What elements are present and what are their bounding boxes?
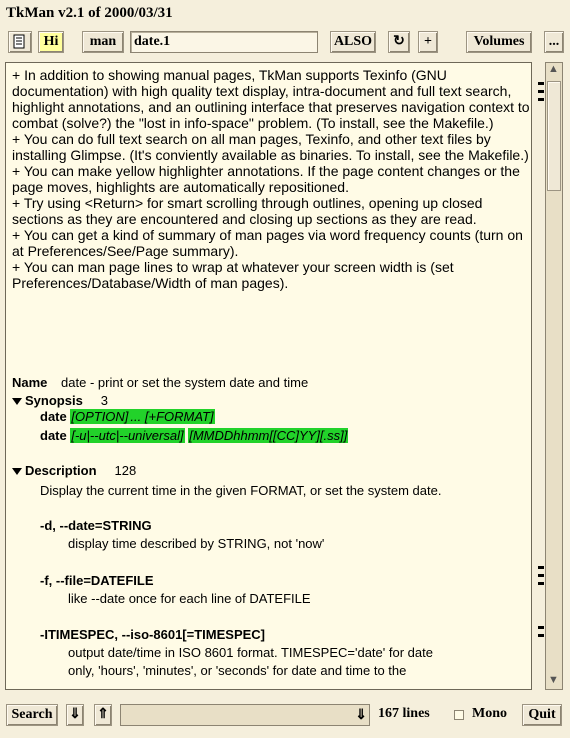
scroll-up-icon[interactable]: ▲ bbox=[548, 63, 559, 75]
option-file-desc: like --date once for each line of DATEFI… bbox=[68, 591, 311, 606]
toolbar: Hi man date.1 ALSO ↻ + Volumes ... bbox=[0, 28, 570, 58]
man-search-input[interactable]: date.1 bbox=[130, 31, 318, 53]
option-date: -d, --date=STRING bbox=[40, 518, 152, 533]
search-hit-marker bbox=[538, 566, 544, 569]
search-hit-marker bbox=[538, 574, 544, 577]
bottom-bar: Search ⇓ ⇑ ⇓ 167 lines Mono Quit bbox=[0, 700, 570, 734]
highlight-button[interactable]: Hi bbox=[38, 31, 64, 53]
search-hit-marker bbox=[538, 634, 544, 637]
synopsis-count: 3 bbox=[100, 393, 109, 408]
man-page-viewer[interactable]: + In addition to showing manual pages, T… bbox=[5, 62, 532, 690]
search-hit-marker bbox=[538, 98, 544, 101]
horizontal-scrollbar[interactable]: ⇓ bbox=[120, 704, 370, 726]
synopsis-header[interactable]: Synopsis 3 bbox=[12, 393, 108, 408]
option-iso-desc-2: only, 'hours', 'minutes', or 'seconds' f… bbox=[68, 663, 407, 678]
search-button[interactable]: Search bbox=[6, 704, 58, 726]
add-button[interactable]: + bbox=[418, 31, 438, 53]
mono-checkbox[interactable] bbox=[454, 710, 464, 720]
intro-tip-3: + You can make yellow highlighter annota… bbox=[12, 163, 520, 195]
highlight-span[interactable]: ... [+FORMAT] bbox=[129, 409, 215, 424]
more-button[interactable]: ... bbox=[544, 31, 564, 53]
search-hit-marker bbox=[538, 90, 544, 93]
scrollbar-thumb[interactable] bbox=[547, 81, 561, 191]
search-hit-marker bbox=[538, 626, 544, 629]
search-down-icon[interactable]: ⇓ bbox=[66, 704, 84, 726]
intro-tip-2: + You can do full text search on all man… bbox=[12, 131, 529, 163]
name-text: date - print or set the system date and … bbox=[61, 375, 309, 390]
man-button[interactable]: man bbox=[82, 31, 124, 53]
vertical-scrollbar[interactable]: ▲ ▼ bbox=[545, 62, 563, 690]
highlight-span[interactable]: [-u|--utc|--universal] bbox=[70, 428, 185, 443]
search-up-icon[interactable]: ⇑ bbox=[94, 704, 112, 726]
search-hit-marker bbox=[538, 82, 544, 85]
document-icon[interactable] bbox=[8, 31, 32, 53]
description-intro: Display the current time in the given FO… bbox=[40, 483, 442, 498]
also-button[interactable]: ALSO bbox=[330, 31, 376, 53]
option-iso-desc-1: output date/time in ISO 8601 format. TIM… bbox=[68, 645, 433, 660]
refresh-icon[interactable]: ↻ bbox=[388, 31, 410, 53]
synopsis-line-1: date [OPTION]... [+FORMAT] bbox=[40, 409, 215, 424]
line-count: 167 lines bbox=[378, 706, 430, 721]
intro-tip-1: + In addition to showing manual pages, T… bbox=[12, 67, 530, 131]
volumes-button[interactable]: Volumes bbox=[466, 31, 532, 53]
highlight-span[interactable]: [MMDDhhmm[[CC]YY][.ss]] bbox=[188, 428, 349, 443]
quit-button[interactable]: Quit bbox=[522, 704, 562, 726]
description-count: 128 bbox=[114, 463, 137, 478]
mono-label: Mono bbox=[472, 706, 507, 721]
name-label: Name bbox=[12, 375, 48, 390]
synopsis-line-2: date [-u|--utc|--universal] [MMDDhhmm[[C… bbox=[40, 428, 349, 443]
collapse-triangle-icon[interactable] bbox=[12, 398, 22, 406]
option-date-desc: display time described by STRING, not 'n… bbox=[68, 536, 325, 551]
collapse-triangle-icon[interactable] bbox=[12, 468, 22, 476]
intro-tip-5: + You can get a kind of summary of man p… bbox=[12, 227, 523, 259]
name-section: Name date - print or set the system date… bbox=[12, 375, 308, 390]
option-iso: -ITIMESPEC, --iso-8601[=TIMESPEC] bbox=[40, 627, 266, 642]
intro-tip-6: + You can man page lines to wrap at what… bbox=[12, 259, 454, 291]
scroll-down-icon[interactable]: ▼ bbox=[548, 674, 559, 686]
description-header[interactable]: Description 128 bbox=[12, 463, 136, 478]
intro-tip-4: + Try using <Return> for smart scrolling… bbox=[12, 195, 483, 227]
highlight-span[interactable]: [OPTION] bbox=[70, 409, 130, 424]
window-title: TkMan v2.1 of 2000/03/31 bbox=[6, 5, 173, 21]
option-file: -f, --file=DATEFILE bbox=[40, 573, 154, 588]
search-hit-marker bbox=[538, 582, 544, 585]
scroll-end-icon[interactable]: ⇓ bbox=[355, 706, 367, 723]
